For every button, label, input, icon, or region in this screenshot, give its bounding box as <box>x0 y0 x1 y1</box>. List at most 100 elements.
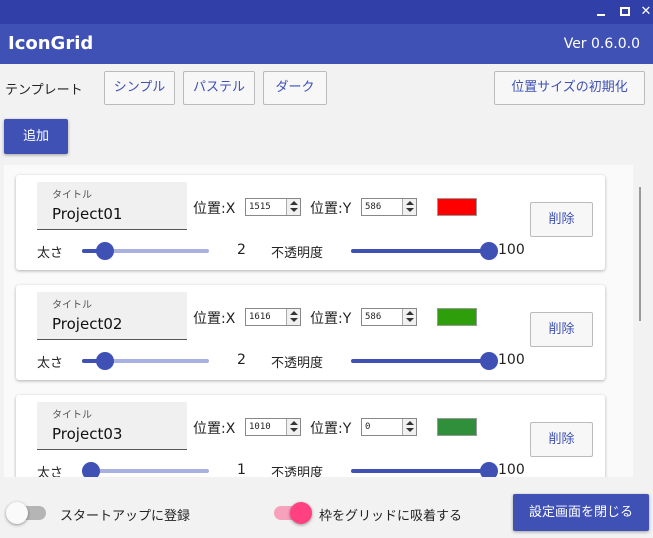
spin-down-icon[interactable] <box>406 208 414 212</box>
title-field[interactable]: タイトル Project03 <box>37 402 187 450</box>
spin-up-icon[interactable] <box>406 311 414 315</box>
spin-up-icon[interactable] <box>406 421 414 425</box>
delete-button[interactable]: 削除 <box>530 312 593 347</box>
spin-down-icon[interactable] <box>290 318 298 322</box>
startup-label: スタートアップに登録 <box>60 509 191 524</box>
pos-x-label: 位置:X <box>193 201 236 217</box>
pos-y-value: 0 <box>365 422 371 432</box>
title-caption: タイトル <box>52 410 92 421</box>
title-caption: タイトル <box>52 190 92 201</box>
opacity-label: 不透明度 <box>271 356 324 371</box>
opacity-slider-fill[interactable] <box>351 359 498 363</box>
opacity-label: 不透明度 <box>271 466 324 477</box>
add-button[interactable]: 追加 <box>4 119 68 154</box>
pos-y-spinner[interactable] <box>402 199 416 215</box>
startup-toggle-knob <box>6 502 28 524</box>
pos-x-value: 1616 <box>249 312 271 322</box>
title-field[interactable]: タイトル Project01 <box>37 182 187 230</box>
pos-y-label: 位置:Y <box>310 311 352 327</box>
minimize-icon[interactable] <box>592 3 610 21</box>
title-caption: タイトル <box>52 300 92 311</box>
pos-x-value: 1010 <box>249 422 271 432</box>
pos-y-value: 586 <box>365 312 382 322</box>
spin-up-icon[interactable] <box>290 311 298 315</box>
pos-y-input[interactable]: 0 <box>361 418 417 436</box>
app-header: IconGrid Ver 0.6.0.0 <box>0 24 653 64</box>
spin-down-icon[interactable] <box>290 428 298 432</box>
minimize-bar <box>597 14 605 16</box>
pos-x-input[interactable]: 1515 <box>245 198 301 216</box>
spin-up-icon[interactable] <box>290 201 298 205</box>
pos-x-label: 位置:X <box>193 311 236 327</box>
spin-up-icon[interactable] <box>290 421 298 425</box>
title-field[interactable]: タイトル Project02 <box>37 292 187 340</box>
pos-y-spinner[interactable] <box>402 419 416 435</box>
opacity-value: 100 <box>498 352 525 368</box>
project-list[interactable]: タイトル Project01 位置:X 1515 位置:Y 586 削除 太さ … <box>4 165 633 477</box>
pos-x-spinner[interactable] <box>286 309 300 325</box>
spin-down-icon[interactable] <box>406 428 414 432</box>
pos-x-spinner[interactable] <box>286 199 300 215</box>
project-card: タイトル Project02 位置:X 1616 位置:Y 586 削除 太さ … <box>16 285 605 380</box>
pos-x-input[interactable]: 1010 <box>245 418 301 436</box>
pos-y-spinner[interactable] <box>402 309 416 325</box>
list-scrollbar[interactable] <box>637 165 643 477</box>
opacity-value: 100 <box>498 242 525 258</box>
template-dark-button[interactable]: ダーク <box>263 71 327 105</box>
color-swatch[interactable] <box>437 418 477 436</box>
color-swatch[interactable] <box>437 308 477 326</box>
pos-y-label: 位置:Y <box>310 421 352 437</box>
pos-y-value: 586 <box>365 202 382 212</box>
pos-x-input[interactable]: 1616 <box>245 308 301 326</box>
thickness-slider-thumb[interactable] <box>82 462 100 477</box>
color-swatch[interactable] <box>437 198 477 216</box>
startup-toggle[interactable] <box>6 502 46 524</box>
title-value: Project01 <box>52 205 123 223</box>
opacity-slider-thumb[interactable] <box>480 352 498 370</box>
template-label: テンプレート <box>5 83 83 98</box>
thickness-slider-thumb[interactable] <box>96 352 114 370</box>
pos-y-input[interactable]: 586 <box>361 308 417 326</box>
opacity-value: 100 <box>498 462 525 477</box>
pos-x-value: 1515 <box>249 202 271 212</box>
snap-grid-label: 枠をグリッドに吸着する <box>319 509 463 524</box>
snap-toggle-knob <box>290 502 312 524</box>
opacity-slider-thumb[interactable] <box>480 462 498 477</box>
spin-up-icon[interactable] <box>406 201 414 205</box>
maximize-icon[interactable] <box>616 3 634 21</box>
opacity-slider-fill[interactable] <box>351 469 498 473</box>
template-simple-button[interactable]: シンプル <box>104 71 175 105</box>
pos-x-spinner[interactable] <box>286 419 300 435</box>
pos-x-label: 位置:X <box>193 421 236 437</box>
spin-down-icon[interactable] <box>406 318 414 322</box>
opacity-label: 不透明度 <box>271 246 324 261</box>
window-titlebar: ✕ <box>0 0 653 24</box>
thickness-slider-track[interactable] <box>82 469 209 473</box>
maximize-box <box>620 7 630 16</box>
title-value: Project02 <box>52 315 123 333</box>
app-title: IconGrid <box>8 33 94 54</box>
snap-grid-toggle[interactable] <box>268 502 312 524</box>
scrollbar-thumb[interactable] <box>639 187 641 321</box>
opacity-slider-fill[interactable] <box>351 249 498 253</box>
project-card: タイトル Project03 位置:X 1010 位置:Y 0 削除 太さ 1 … <box>16 395 605 477</box>
close-icon[interactable]: ✕ <box>637 3 653 21</box>
thickness-label: 太さ <box>37 466 64 477</box>
template-pastel-button[interactable]: パステル <box>183 71 255 105</box>
spin-down-icon[interactable] <box>290 208 298 212</box>
delete-button[interactable]: 削除 <box>530 422 593 457</box>
thickness-value: 1 <box>237 462 246 477</box>
app-version: Ver 0.6.0.0 <box>563 36 640 52</box>
thickness-label: 太さ <box>37 356 64 371</box>
thickness-value: 2 <box>237 352 246 368</box>
thickness-value: 2 <box>237 242 246 258</box>
reset-position-size-button[interactable]: 位置サイズの初期化 <box>494 71 645 105</box>
thickness-label: 太さ <box>37 246 64 261</box>
title-value: Project03 <box>52 425 123 443</box>
opacity-slider-thumb[interactable] <box>480 242 498 260</box>
thickness-slider-thumb[interactable] <box>96 242 114 260</box>
pos-y-input[interactable]: 586 <box>361 198 417 216</box>
delete-button[interactable]: 削除 <box>530 202 593 237</box>
close-settings-button[interactable]: 設定画面を閉じる <box>513 494 649 531</box>
pos-y-label: 位置:Y <box>310 201 352 217</box>
